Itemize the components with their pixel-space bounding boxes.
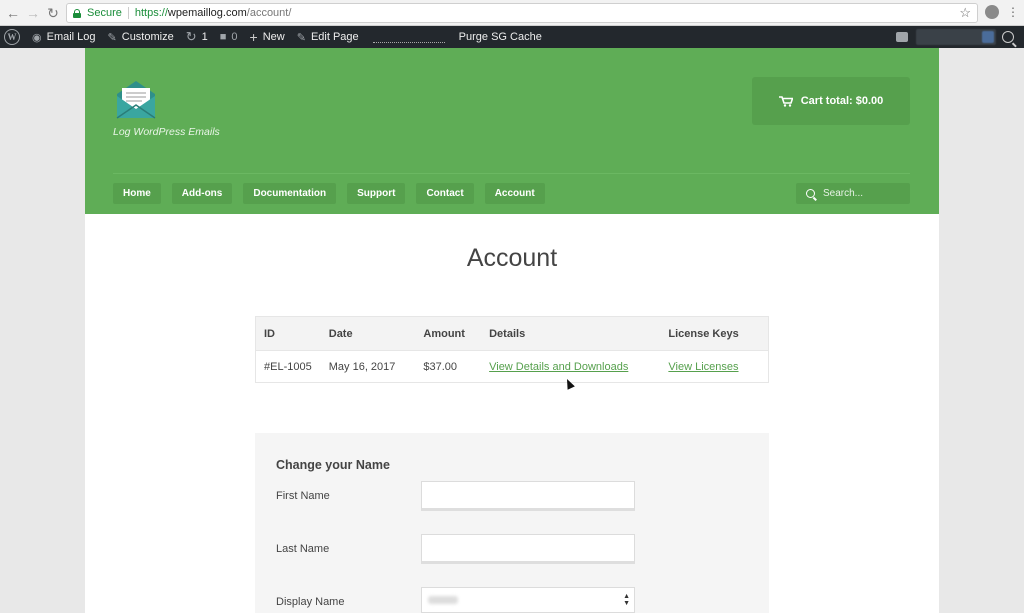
site-header: Log WordPress Emails Cart total: $0.00 H… <box>85 48 939 214</box>
select-arrows-icon: ▲ ▼ <box>623 593 630 607</box>
first-name-field[interactable] <box>421 481 635 511</box>
column-header-id: ID <box>264 327 275 340</box>
browser-menu-icon[interactable]: ⋮ <box>1007 5 1019 19</box>
admin-bar-updates-count: 1 <box>201 31 208 43</box>
table-row: #EL-1005 May 16, 2017 $37.00 View Detail… <box>256 350 768 382</box>
address-bar[interactable]: Secure https://wpemaillog.com/account/ ☆ <box>66 3 978 23</box>
admin-bar-comments[interactable]: ■ 0 <box>214 26 244 48</box>
column-header-details: Details <box>489 327 526 340</box>
reload-icon[interactable]: ↻ <box>44 4 62 22</box>
admin-bar-purge-cache-label: Purge SG Cache <box>458 31 542 43</box>
orders-table: ID Date Amount Details License Keys #EL-… <box>255 316 769 383</box>
order-date: May 16, 2017 <box>328 360 396 373</box>
admin-bar-email-log[interactable]: ◉ Email Log <box>26 26 102 48</box>
cart-total-label: Cart total: $0.00 <box>800 95 884 107</box>
last-name-field[interactable] <box>421 534 635 564</box>
admin-bar-purge-cache[interactable]: Purge SG Cache <box>453 26 548 48</box>
notification-icon[interactable] <box>896 32 908 42</box>
extension-icon[interactable] <box>985 5 999 19</box>
admin-bar-new-label: New <box>262 31 285 43</box>
admin-bar-comments-count: 0 <box>231 31 238 43</box>
dashboard-icon: ◉ <box>32 31 42 44</box>
wp-admin-bar: W ◉ Email Log ✎ Customize ↻ 1 ■ 0 + New ✎ Edit… <box>0 26 1024 48</box>
first-name-label: First Name <box>276 490 330 502</box>
brush-icon: ✎ <box>107 31 117 44</box>
admin-bar-edit-page[interactable]: ✎ Edit Page <box>291 26 365 48</box>
nav-item-account[interactable]: Account <box>484 183 545 204</box>
admin-bar-customize[interactable]: ✎ Customize <box>102 26 180 48</box>
admin-bar-right <box>896 26 1024 48</box>
nav-item-home[interactable]: Home <box>113 183 161 204</box>
bookmark-star-icon[interactable]: ☆ <box>959 5 971 21</box>
view-details-link[interactable]: View Details and Downloads <box>489 361 628 373</box>
plus-icon: + <box>249 29 258 45</box>
display-name-label: Display Name <box>276 596 345 608</box>
admin-bar-new[interactable]: + New <box>244 26 291 48</box>
header-divider <box>113 173 910 174</box>
last-name-label: Last Name <box>276 543 330 555</box>
change-name-heading: Change your Name <box>276 458 390 472</box>
column-header-date: Date <box>328 327 353 340</box>
shopping-cart-icon <box>778 95 793 107</box>
secure-label: Secure <box>87 7 122 19</box>
email-envelope-logo-icon[interactable] <box>115 78 157 120</box>
site-search-input[interactable]: Search... <box>796 183 910 204</box>
order-id: #EL-1005 <box>264 360 312 373</box>
admin-bar-updates[interactable]: ↻ 1 <box>180 26 214 48</box>
nav-item-contact[interactable]: Contact <box>416 183 474 204</box>
comment-bubble-icon: ■ <box>219 31 227 43</box>
view-licenses-link[interactable]: View Licenses <box>668 361 738 373</box>
nav-item-support[interactable]: Support <box>347 183 406 204</box>
user-account-menu[interactable] <box>916 29 996 45</box>
back-arrow-icon[interactable]: ← <box>4 4 22 22</box>
admin-bar-blank-item[interactable] <box>372 31 445 43</box>
orders-table-header: ID Date Amount Details License Keys <box>256 317 768 350</box>
main-nav: Home Add-ons Documentation Support Conta… <box>113 183 556 204</box>
url-separator <box>127 7 129 19</box>
url-host: wpemaillog.com <box>167 7 247 19</box>
nav-item-add-ons[interactable]: Add-ons <box>171 183 233 204</box>
search-icon <box>806 189 815 198</box>
display-name-value-redacted <box>428 596 458 604</box>
cart-total-button[interactable]: Cart total: $0.00 <box>752 77 910 125</box>
admin-search-icon[interactable] <box>1002 31 1014 43</box>
updates-icon: ↻ <box>185 29 197 44</box>
site-tagline: Log WordPress Emails <box>113 126 220 138</box>
page-title: Account <box>466 244 558 272</box>
page-content: Log WordPress Emails Cart total: $0.00 H… <box>85 48 939 613</box>
column-header-amount: Amount <box>423 327 465 340</box>
url-scheme: https:// <box>134 7 168 19</box>
lock-icon <box>73 8 81 18</box>
order-amount: $37.00 <box>423 360 458 373</box>
admin-bar-customize-label: Customize <box>121 31 174 43</box>
search-placeholder: Search... <box>823 188 864 199</box>
nav-item-documentation[interactable]: Documentation <box>243 183 337 204</box>
pencil-icon: ✎ <box>296 31 306 44</box>
change-name-form: Change your Name First Name Last Name Di… <box>255 433 769 613</box>
browser-toolbar: ← → ↻ Secure https://wpemaillog.com/acco… <box>0 0 1024 26</box>
admin-bar-edit-page-label: Edit Page <box>310 31 359 43</box>
url-path: /account/ <box>246 7 292 19</box>
forward-arrow-icon[interactable]: → <box>24 4 42 22</box>
display-name-select[interactable]: ▲ ▼ <box>421 587 635 613</box>
column-header-license-keys: License Keys <box>668 327 739 340</box>
wordpress-logo-icon[interactable]: W <box>4 29 20 45</box>
admin-bar-email-log-label: Email Log <box>46 31 96 43</box>
